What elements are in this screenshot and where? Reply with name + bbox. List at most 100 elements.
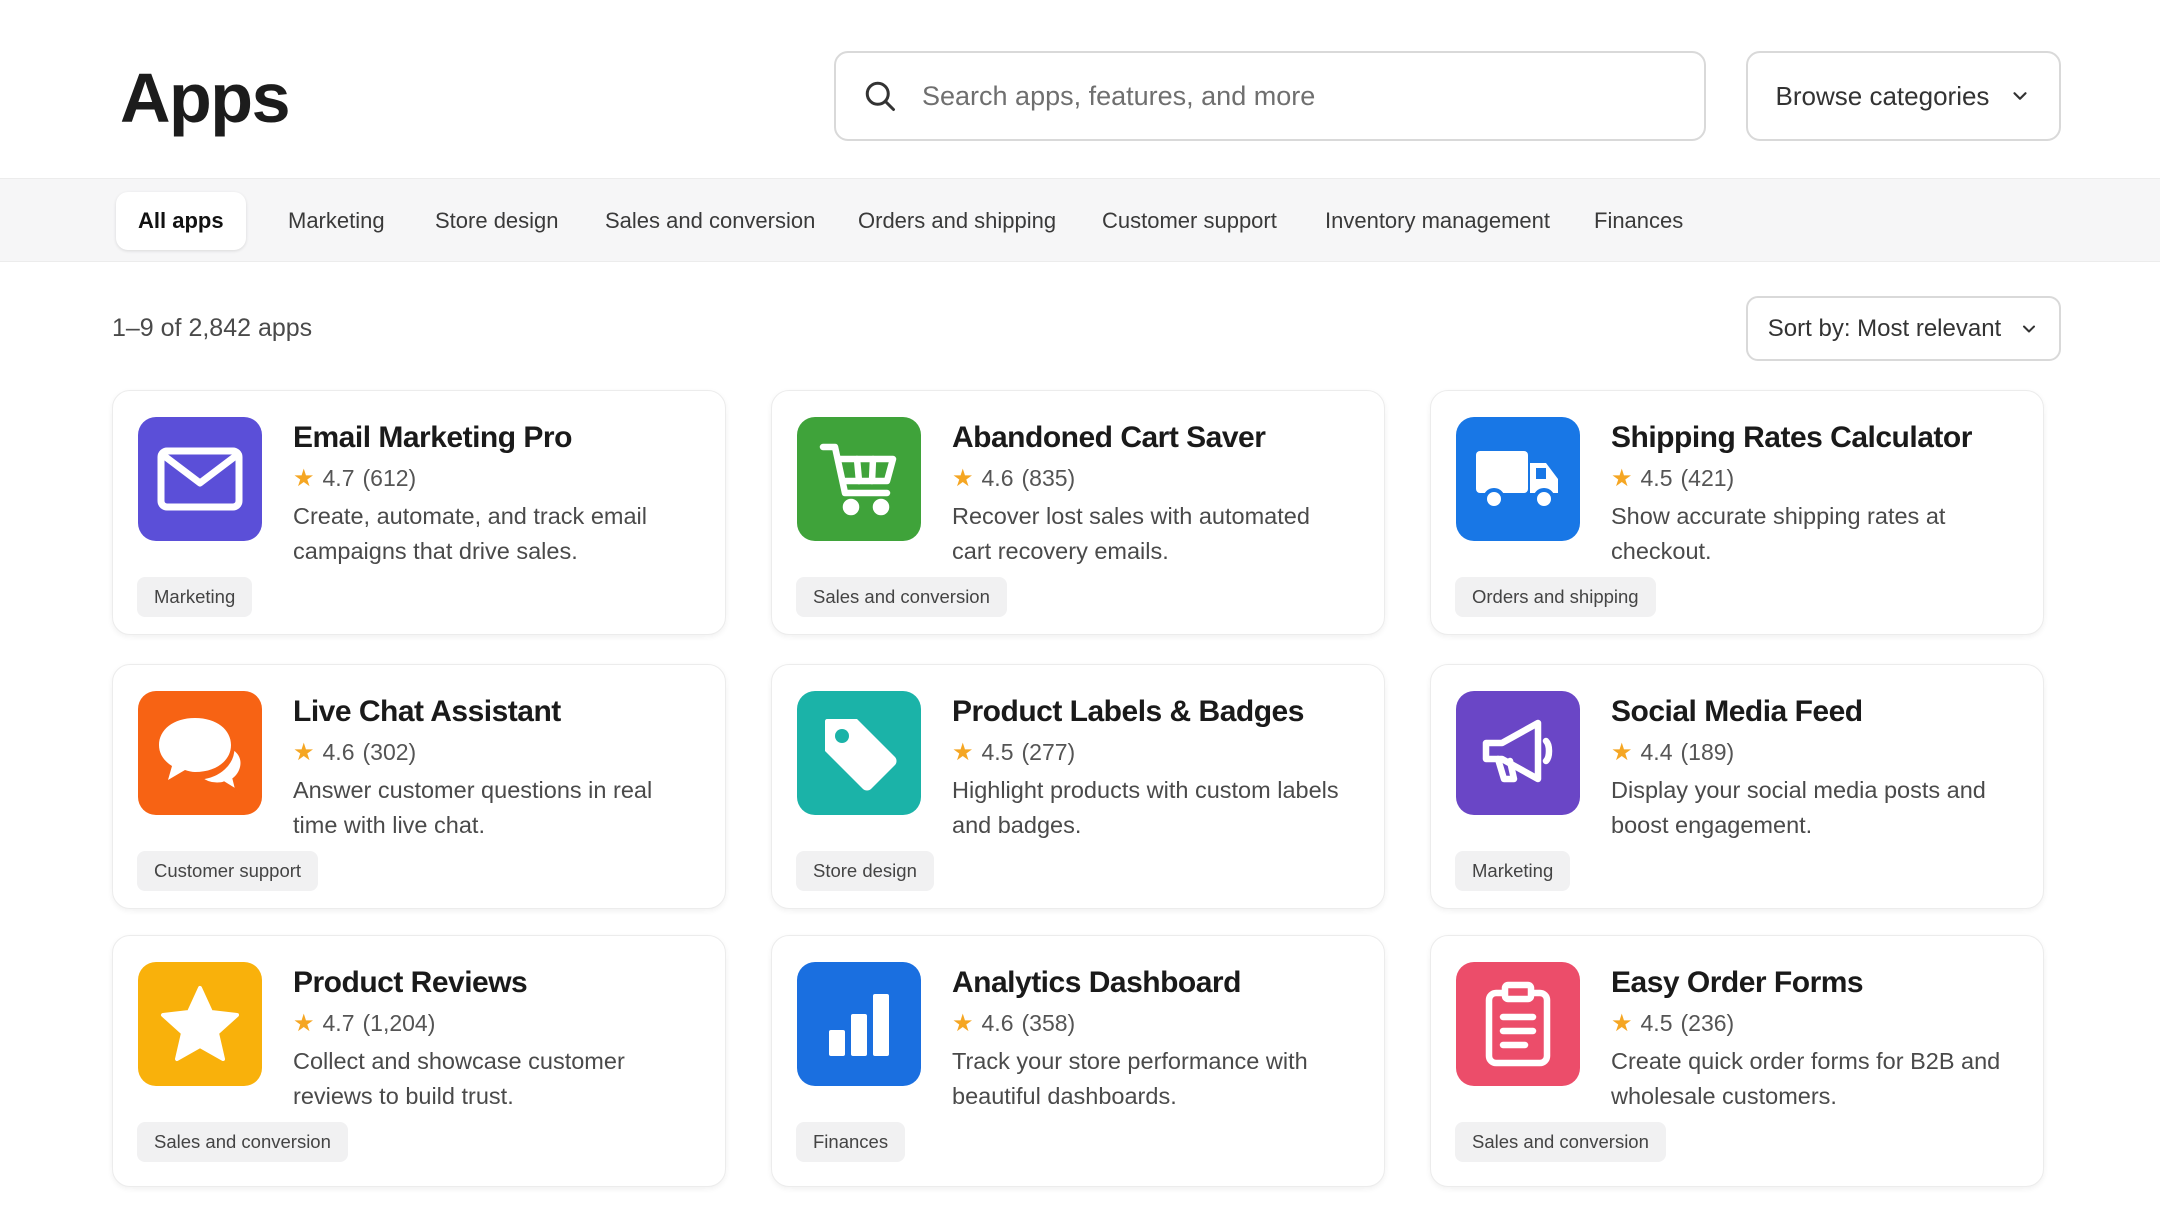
app-name: Abandoned Cart Saver [952, 421, 1266, 454]
category-tag: Customer support [137, 851, 319, 891]
category-tag: Marketing [137, 577, 253, 617]
rating-value: 4.7 [322, 1010, 355, 1036]
sort-dropdown[interactable]: Sort by: Most relevant [1746, 296, 2061, 361]
header: Apps Browse categories [0, 0, 2160, 178]
app-card-abandoned-cart-saver[interactable]: Abandoned Cart Saver ★ 4.6 (835) Recover… [771, 390, 1385, 635]
envelope-icon [157, 447, 243, 511]
app-icon [797, 962, 921, 1086]
app-name: Live Chat Assistant [293, 695, 561, 728]
app-rating: ★ 4.6 (835) [952, 464, 1075, 493]
star-icon: ★ [293, 739, 315, 766]
rating-value: 4.6 [981, 1010, 1014, 1036]
bar-chart-icon [829, 994, 889, 1056]
rating-value: 4.5 [1640, 465, 1673, 491]
app-rating: ★ 4.7 (1,204) [293, 1009, 435, 1038]
review-count: (189) [1680, 739, 1735, 765]
app-icon [138, 691, 262, 815]
review-count: (277) [1021, 739, 1076, 765]
rating-value: 4.5 [981, 739, 1014, 765]
page-title: Apps [120, 59, 291, 137]
tab-customer-support[interactable]: Customer support [1102, 192, 1277, 250]
chevron-down-icon [2023, 325, 2036, 332]
app-rating: ★ 4.5 (236) [1611, 1009, 1734, 1038]
app-name: Product Reviews [293, 966, 528, 999]
price-tag-icon [825, 719, 897, 791]
app-name: Shipping Rates Calculator [1611, 421, 1972, 454]
star-icon [161, 986, 239, 1061]
app-card-email-marketing-pro[interactable]: Email Marketing Pro ★ 4.7 (612) Create, … [112, 390, 726, 635]
app-name: Product Labels & Badges [952, 695, 1304, 728]
chat-bubbles-icon [159, 718, 244, 794]
app-rating: ★ 4.6 (358) [952, 1009, 1075, 1038]
app-description: Highlight products with custom labels an… [952, 777, 1339, 838]
app-name: Analytics Dashboard [952, 966, 1241, 999]
tab-finances[interactable]: Finances [1594, 192, 1683, 250]
truck-icon [1476, 451, 1558, 510]
star-icon: ★ [293, 465, 315, 492]
clipboard-icon [1485, 981, 1551, 1067]
rating-value: 4.5 [1640, 1010, 1673, 1036]
review-count: (358) [1021, 1010, 1076, 1036]
search-box[interactable] [834, 51, 1706, 141]
app-card-easy-order-forms[interactable]: Easy Order Forms ★ 4.5 (236) Create quic… [1430, 935, 2044, 1187]
app-card-product-reviews[interactable]: Product Reviews ★ 4.7 (1,204) Collect an… [112, 935, 726, 1187]
rating-value: 4.4 [1640, 739, 1673, 765]
app-rating: ★ 4.5 (421) [1611, 464, 1734, 493]
app-name: Email Marketing Pro [293, 421, 572, 454]
app-card-shipping-rates-calculator[interactable]: Shipping Rates Calculator ★ 4.5 (421) Sh… [1430, 390, 2044, 635]
tab-sales-and-conversion[interactable]: Sales and conversion [605, 192, 815, 250]
app-icon [797, 417, 921, 541]
app-description: Create, automate, and track email campai… [293, 503, 647, 564]
category-tag: Orders and shipping [1455, 577, 1656, 617]
browse-categories-button[interactable]: Browse categories [1746, 51, 2061, 141]
app-icon [797, 691, 921, 815]
app-card-analytics-dashboard[interactable]: Analytics Dashboard ★ 4.6 (358) Track yo… [771, 935, 1385, 1187]
review-count: (302) [362, 739, 417, 765]
tab-marketing[interactable]: Marketing [288, 192, 385, 250]
category-tag: Sales and conversion [137, 1122, 348, 1162]
rating-value: 4.7 [322, 465, 355, 491]
search-input[interactable] [922, 80, 1682, 112]
app-icon [138, 962, 262, 1086]
app-description: Recover lost sales with automated cart r… [952, 503, 1310, 564]
results-count: 1–9 of 2,842 apps [112, 314, 313, 342]
category-tag: Marketing [1455, 851, 1571, 891]
category-tag: Sales and conversion [1455, 1122, 1666, 1162]
app-icon [1456, 417, 1580, 541]
tab-store-design[interactable]: Store design [435, 192, 559, 250]
app-description: Answer customer questions in real time w… [293, 777, 653, 838]
category-tabs: All apps Marketing Store design Sales an… [0, 178, 2160, 262]
app-name: Social Media Feed [1611, 695, 1863, 728]
app-icon [1456, 691, 1580, 815]
rating-value: 4.6 [322, 739, 355, 765]
sort-label: Sort by: Most relevant [1767, 314, 2002, 342]
tab-inventory-management[interactable]: Inventory management [1325, 192, 1550, 250]
app-rating: ★ 4.6 (302) [293, 738, 416, 767]
app-description: Show accurate shipping rates at checkout… [1611, 503, 1946, 564]
megaphone-icon [1482, 719, 1553, 783]
app-description: Track your store performance with beauti… [952, 1048, 1308, 1109]
app-name: Easy Order Forms [1611, 966, 1864, 999]
app-card-live-chat-assistant[interactable]: Live Chat Assistant ★ 4.6 (302) Answer c… [112, 664, 726, 909]
search-icon [865, 81, 895, 111]
category-tag: Store design [796, 851, 934, 891]
app-description: Create quick order forms for B2B and who… [1611, 1048, 2001, 1109]
app-rating: ★ 4.5 (277) [952, 738, 1075, 767]
star-icon: ★ [952, 465, 974, 492]
browse-categories-label: Browse categories [1775, 80, 1990, 111]
app-icon [1456, 962, 1580, 1086]
star-icon: ★ [1611, 1010, 1633, 1037]
tab-all-apps[interactable]: All apps [116, 192, 246, 250]
star-icon: ★ [293, 1010, 315, 1037]
app-card-social-media-feed[interactable]: Social Media Feed ★ 4.4 (189) Display yo… [1430, 664, 2044, 909]
app-description: Collect and showcase customer reviews to… [293, 1048, 625, 1109]
app-card-product-labels-badges[interactable]: Product Labels & Badges ★ 4.5 (277) High… [771, 664, 1385, 909]
review-count: (421) [1680, 465, 1735, 491]
category-tag: Finances [796, 1122, 906, 1162]
star-icon: ★ [952, 1010, 974, 1037]
cart-icon [819, 443, 897, 516]
tab-orders-and-shipping[interactable]: Orders and shipping [858, 192, 1056, 250]
star-icon: ★ [1611, 465, 1633, 492]
app-icon [138, 417, 262, 541]
review-count: (612) [362, 465, 417, 491]
